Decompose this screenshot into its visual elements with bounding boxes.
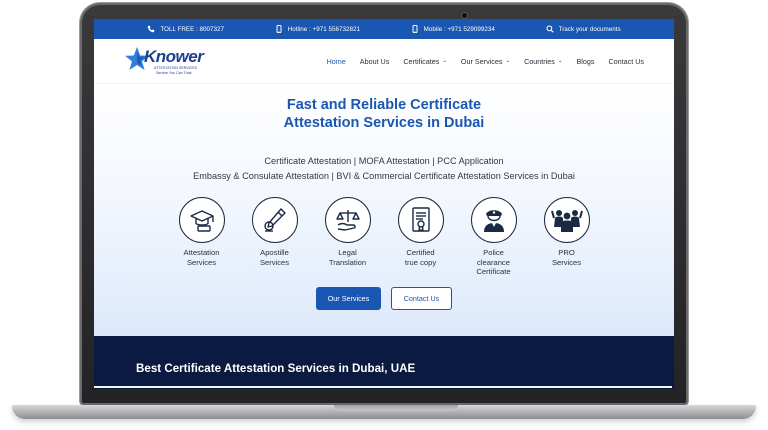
section-divider — [94, 386, 672, 388]
about-section: Best Certificate Attestation Services in… — [94, 336, 674, 389]
nav-item-certificates[interactable]: Certificates ⌄ — [403, 57, 447, 66]
toll-free-text: TOLL FREE : 8007327 — [160, 25, 225, 33]
toll-free-link[interactable]: TOLL FREE : 8007327 — [147, 25, 224, 33]
nav-item-about-us[interactable]: About Us — [360, 57, 390, 66]
service-apostille[interactable]: Apostille Services — [251, 197, 298, 277]
site-logo[interactable]: Knower ATTESTATION SERVICES Service You … — [124, 43, 224, 79]
track-documents-text: Track your documents — [558, 25, 621, 33]
logo-wordmark: Knower — [144, 47, 204, 66]
nav-item-countries[interactable]: Countries ⌄ — [524, 57, 562, 66]
webcam-dot — [462, 13, 467, 18]
hotline-text: Hotline : +971 556732821 — [287, 25, 361, 33]
service-police-clearance[interactable]: Police clearance Certificate — [470, 197, 517, 277]
section-heading: Best Certificate Attestation Services in… — [136, 362, 416, 375]
contact-topbar: TOLL FREE : 8007327 Hotline : +971 55673… — [94, 19, 674, 39]
nav-item-contact-us[interactable]: Contact Us — [608, 57, 644, 66]
service-label: Legal Translation — [328, 248, 367, 267]
laptop-base-notch — [334, 405, 458, 411]
logo-tagline: Service You Can Trust — [156, 71, 192, 75]
services-row: AttestationServices ApostilleServices — [94, 197, 674, 277]
logo-subtitle: ATTESTATION SERVICES — [154, 66, 198, 70]
service-label: Certified true copy — [404, 248, 437, 267]
certificate-icon — [411, 207, 430, 232]
nav-item-label: About Us — [359, 56, 390, 66]
nav-item-blogs[interactable]: Blogs — [576, 57, 594, 66]
hero-buttons: Our Services Contact Us — [94, 286, 674, 310]
nav-item-label: Home — [326, 56, 346, 66]
police-officer-icon — [483, 210, 504, 232]
scales-icon — [335, 210, 360, 231]
chevron-down-icon: ⌄ — [442, 58, 447, 64]
hero-title: Fast and Reliable Certificate Attestatio… — [94, 97, 674, 132]
service-label: Apostille Services — [259, 248, 290, 267]
service-label: Attestation Services — [183, 248, 220, 267]
graduation-cap-icon — [189, 210, 214, 232]
chevron-down-icon: ⌄ — [505, 58, 511, 64]
hotline-link[interactable]: Hotline : +971 556732821 — [275, 25, 360, 33]
our-services-button[interactable]: Our Services — [316, 286, 381, 310]
service-label: Police clearance Certificate — [476, 248, 511, 276]
service-pro[interactable]: PRO Services — [543, 197, 590, 277]
service-icon-circle — [470, 197, 517, 243]
service-icon-circle — [543, 197, 590, 243]
hero-section: Fast and Reliable Certificate Attestatio… — [94, 84, 674, 336]
main-nav: Home About Us Certificates ⌄ Our Service… — [327, 57, 644, 66]
mobile-link[interactable]: Mobile : +971 529099234 — [411, 25, 495, 33]
team-icon — [550, 210, 583, 232]
hero-subtitle-line: Embassy & Consulate Attestation | BVI & … — [193, 170, 575, 181]
phone-icon — [148, 25, 155, 33]
hero-title-line: Fast and Reliable Certificate — [286, 97, 482, 113]
service-legal-translation[interactable]: Legal Translation — [324, 197, 371, 277]
hero-subtitle-line: Certificate Attestation | MOFA Attestati… — [264, 156, 504, 166]
pen-seal-icon — [263, 208, 286, 232]
hero-subtitle: Certificate Attestation | MOFA Attestati… — [94, 154, 674, 183]
track-documents-link[interactable]: Track your documents — [546, 25, 621, 33]
nav-item-label: Countries — [524, 56, 555, 66]
hero-title-line: Attestation Services in Dubai — [283, 114, 485, 131]
service-icon-circle — [178, 197, 225, 243]
service-icon-circle — [324, 197, 371, 243]
service-attestation[interactable]: Attestation Services — [178, 197, 225, 277]
nav-item-label: Blogs — [576, 56, 595, 66]
nav-item-label: Our Services — [460, 56, 503, 66]
contact-us-button[interactable]: Contact Us — [391, 286, 452, 310]
chevron-down-icon: ⌄ — [557, 58, 563, 64]
nav-item-label: Certificates — [403, 56, 440, 66]
site-header: Knower ATTESTATION SERVICES Service You … — [94, 39, 674, 84]
mobile-phone-icon — [276, 25, 282, 33]
nav-item-label: Contact Us — [608, 56, 644, 66]
service-icon-circle — [251, 197, 298, 243]
mobile-text: Mobile : +971 529099234 — [423, 25, 495, 33]
nav-item-our-services[interactable]: Our Services ⌄ — [461, 57, 510, 66]
laptop-base — [12, 405, 756, 419]
nav-item-home[interactable]: Home — [327, 57, 346, 66]
service-icon-circle — [397, 197, 444, 243]
mobile-phone-icon — [412, 25, 418, 33]
laptop-screen: TOLL FREE : 8007327 Hotline : +971 55673… — [94, 19, 674, 389]
service-certified-true-copy[interactable]: Certified true copy — [397, 197, 444, 277]
search-icon — [546, 25, 554, 33]
service-label: PRO Services — [551, 248, 582, 267]
